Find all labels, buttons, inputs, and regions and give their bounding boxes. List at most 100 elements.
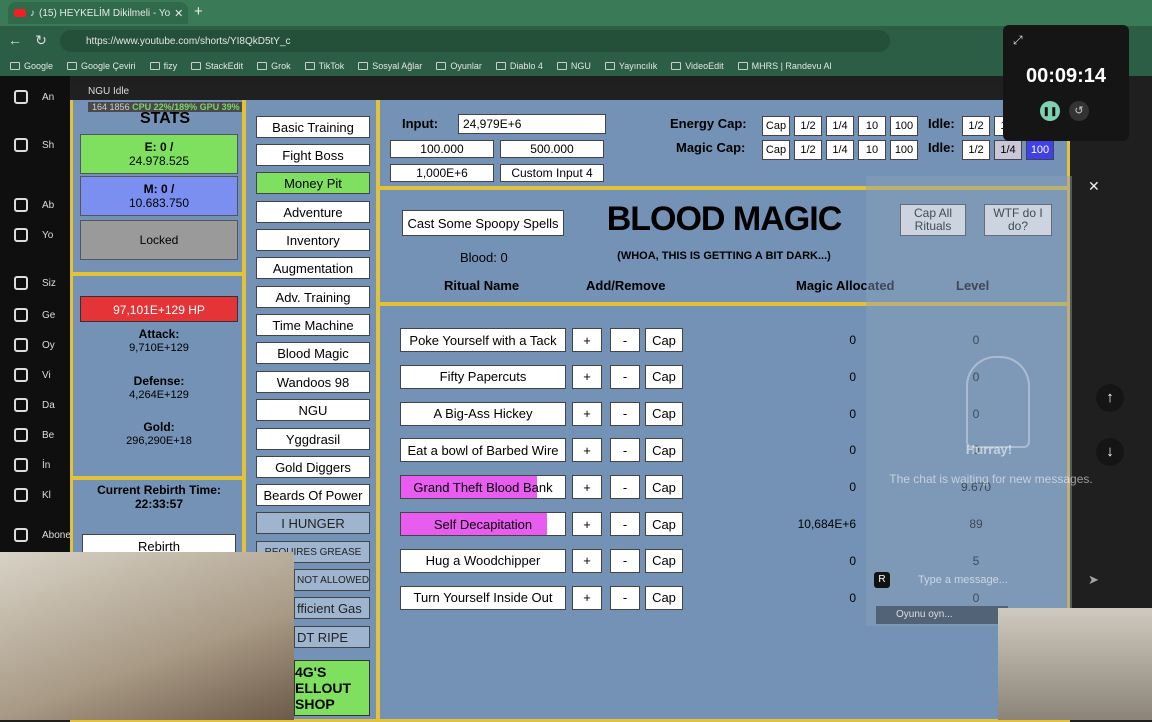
ritual-name-button[interactable]: A Big-Ass Hickey xyxy=(400,401,566,426)
yt-sidebar-item[interactable]: Yo xyxy=(14,228,53,242)
yt-sidebar-item[interactable]: Siz xyxy=(14,276,56,290)
cap-ritual-button[interactable]: Cap xyxy=(645,438,683,463)
yt-sidebar-item[interactable]: Oy xyxy=(14,338,55,352)
ritual-name-button[interactable]: Hug a Woodchipper xyxy=(400,548,566,573)
browser-tab[interactable]: ♪ (15) HEYKELİM Dikilmeli - Yo ✕ xyxy=(8,2,188,24)
remove-ritual-button[interactable]: - xyxy=(610,585,640,610)
idle-button[interactable]: 1/4 xyxy=(994,140,1022,160)
yt-sidebar-item[interactable]: An xyxy=(14,90,54,104)
remove-ritual-button[interactable]: - xyxy=(610,475,640,500)
cap-ritual-button[interactable]: Cap xyxy=(645,328,683,352)
bookmark-item[interactable]: Sosyal Ağlar xyxy=(358,61,422,71)
pause-icon[interactable]: ❚❚ xyxy=(1040,101,1060,121)
energy-cap-button[interactable]: 1/2 xyxy=(794,116,822,136)
idle-button[interactable]: 1/2 xyxy=(962,140,990,160)
cap-ritual-button[interactable]: Cap xyxy=(645,475,683,500)
menu-item[interactable]: DT RIPE xyxy=(294,626,370,648)
ritual-name-button[interactable]: Grand Theft Blood Bank xyxy=(400,475,566,500)
yt-sidebar-item[interactable]: Da xyxy=(14,398,55,412)
custom-input-4[interactable]: Custom Input 4 xyxy=(500,164,604,182)
idle-button[interactable]: 100 xyxy=(1026,140,1054,160)
add-ritual-button[interactable]: + xyxy=(572,512,602,536)
menu-item[interactable]: Beards Of Power xyxy=(256,484,370,506)
reset-icon[interactable]: ↺ xyxy=(1069,101,1089,121)
reload-icon[interactable]: ↻ xyxy=(32,32,50,49)
cap-ritual-button[interactable]: Cap xyxy=(645,585,683,610)
chat-input[interactable]: Type a message... xyxy=(918,574,1008,586)
add-ritual-button[interactable]: + xyxy=(572,475,602,500)
bookmark-item[interactable]: fizy xyxy=(149,61,177,71)
speaker-icon[interactable]: ♪ xyxy=(30,8,35,19)
magic-cap-button[interactable]: 1/2 xyxy=(794,140,822,160)
cap-ritual-button[interactable]: Cap xyxy=(645,512,683,536)
menu-item[interactable]: Adventure xyxy=(256,201,370,223)
ritual-name-button[interactable]: Fifty Papercuts xyxy=(400,364,566,389)
magic-cap-button[interactable]: Cap xyxy=(762,140,790,160)
bookmark-item[interactable]: Google xyxy=(10,61,53,71)
game-chip[interactable]: Oyunu oyn... xyxy=(876,606,1008,624)
menu-item[interactable]: Fight Boss xyxy=(256,144,370,166)
bookmark-item[interactable]: TikTok xyxy=(304,61,344,71)
yt-sidebar-item[interactable]: Ge xyxy=(14,308,55,322)
add-ritual-button[interactable]: + xyxy=(572,364,602,389)
yt-sidebar-item[interactable]: Kl xyxy=(14,488,51,502)
menu-item[interactable]: Blood Magic xyxy=(256,342,370,364)
ritual-name-button[interactable]: Eat a bowl of Barbed Wire xyxy=(400,438,566,463)
bookmark-item[interactable]: NGU xyxy=(556,61,591,71)
yt-sidebar-item[interactable]: İn xyxy=(14,458,50,472)
cast-spells-button[interactable]: Cast Some Spoopy Spells xyxy=(402,210,564,236)
magic-cap-button[interactable]: 10 xyxy=(858,140,886,160)
remove-ritual-button[interactable]: - xyxy=(610,438,640,463)
energy-cap-button[interactable]: 1/4 xyxy=(826,116,854,136)
preset-100k[interactable]: 100.000 xyxy=(390,140,494,158)
menu-item[interactable]: fficient Gas xyxy=(294,597,370,619)
menu-item[interactable]: Basic Training xyxy=(256,116,370,138)
ritual-name-button[interactable]: Self Decapitation xyxy=(400,512,566,536)
menu-item[interactable]: Augmentation xyxy=(256,257,370,279)
menu-item[interactable]: Gold Diggers xyxy=(256,456,370,478)
expand-icon[interactable]: ⤢ xyxy=(1013,33,1023,48)
arrow-down-icon[interactable]: ↓ xyxy=(1096,438,1124,466)
shop-button[interactable]: 4G'S ELLOUT SHOP xyxy=(294,660,370,716)
cap-ritual-button[interactable]: Cap xyxy=(645,548,683,573)
bookmark-item[interactable]: StackEdit xyxy=(191,61,243,71)
add-ritual-button[interactable]: + xyxy=(572,585,602,610)
menu-item[interactable]: NOT ALLOWED xyxy=(294,569,370,591)
new-tab-icon[interactable]: + xyxy=(194,3,203,20)
magic-cap-button[interactable]: 100 xyxy=(890,140,918,160)
bookmark-item[interactable]: Grok xyxy=(257,61,291,71)
url-field[interactable]: https://www.youtube.com/shorts/YI8QkD5tY… xyxy=(60,30,890,52)
bookmark-item[interactable]: Oyunlar xyxy=(436,61,482,71)
menu-item[interactable]: Yggdrasil xyxy=(256,428,370,450)
send-icon[interactable]: ➤ xyxy=(1088,572,1099,588)
cap-ritual-button[interactable]: Cap xyxy=(645,364,683,389)
yt-sidebar-item[interactable]: Sh xyxy=(14,138,54,152)
idle-button[interactable]: 1/2 xyxy=(962,116,990,136)
yt-sidebar-item[interactable]: Vi xyxy=(14,368,51,382)
close-icon[interactable]: ✕ xyxy=(1088,178,1100,195)
menu-item[interactable]: Inventory xyxy=(256,229,370,251)
remove-ritual-button[interactable]: - xyxy=(610,512,640,536)
bookmark-item[interactable]: Diablo 4 xyxy=(495,61,543,71)
bookmark-item[interactable]: VideoEdit xyxy=(671,61,724,71)
menu-item[interactable]: I HUNGER xyxy=(256,512,370,534)
cap-ritual-button[interactable]: Cap xyxy=(645,401,683,426)
energy-cap-button[interactable]: 100 xyxy=(890,116,918,136)
menu-item[interactable]: NGU xyxy=(256,399,370,421)
bookmark-item[interactable]: Yayıncılık xyxy=(604,61,657,71)
add-ritual-button[interactable]: + xyxy=(572,401,602,426)
yt-sidebar-item[interactable]: Be xyxy=(14,428,54,442)
remove-ritual-button[interactable]: - xyxy=(610,401,640,426)
close-icon[interactable]: ✕ xyxy=(174,7,183,20)
ritual-name-button[interactable]: Turn Yourself Inside Out xyxy=(400,585,566,610)
add-ritual-button[interactable]: + xyxy=(572,328,602,352)
yt-sidebar-item[interactable]: Ab xyxy=(14,198,54,212)
remove-ritual-button[interactable]: - xyxy=(610,548,640,573)
remove-ritual-button[interactable]: - xyxy=(610,328,640,352)
arrow-up-icon[interactable]: ↑ xyxy=(1096,384,1124,412)
menu-item[interactable]: Adv. Training xyxy=(256,286,370,308)
menu-item[interactable]: Money Pit xyxy=(256,172,370,194)
menu-item[interactable]: Time Machine xyxy=(256,314,370,336)
preset-500k[interactable]: 500.000 xyxy=(500,140,604,158)
ritual-name-button[interactable]: Poke Yourself with a Tack xyxy=(400,328,566,352)
